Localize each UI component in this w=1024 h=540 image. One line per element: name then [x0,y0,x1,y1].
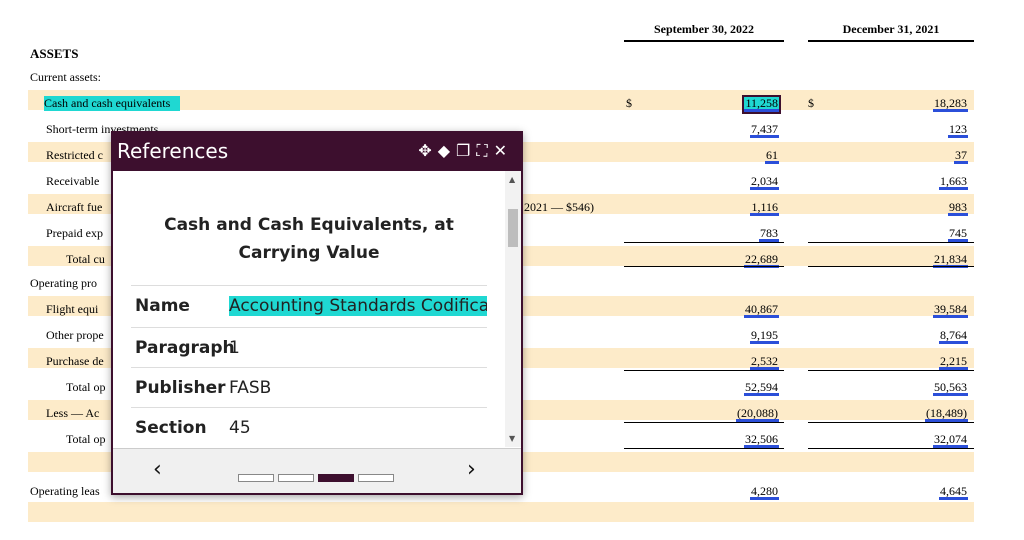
value-2021[interactable]: (18,489) [925,406,968,422]
reference-title: Cash and Cash Equivalents, at Carrying V… [164,215,454,263]
value-2021[interactable]: 123 [948,122,968,138]
popup-title: References [117,139,229,163]
value-2021[interactable]: 50,563 [933,380,968,396]
field-publisher: Publisher FASB [131,367,487,408]
operating-property-heading: Operating pro [30,276,97,290]
page-dot[interactable] [358,474,394,482]
expand-icon[interactable]: ⛶ [476,141,493,160]
move-icon[interactable]: ✥ [418,141,437,160]
row-label: Purchase de [46,354,104,368]
value-2022[interactable]: 2,532 [750,354,779,370]
field-value: Accounting Standards Codification [229,296,487,316]
value-2021[interactable]: 37 [954,148,968,164]
total-rule [808,448,974,449]
field-paragraph: Paragraph 1 [131,327,487,368]
row-label: Restricted c [46,148,103,162]
row-note: 2021 — $546) [524,200,594,214]
current-assets-heading: Current assets: [30,70,101,84]
field-key: Name [135,296,190,316]
value-2022[interactable]: 9,195 [750,328,779,344]
value-2022[interactable]: 11,258 [742,95,781,114]
scroll-down-icon[interactable]: ▼ [509,434,515,443]
prev-button[interactable]: ‹ [153,457,162,482]
popup-scrollbar[interactable]: ▲ ▼ [505,171,521,447]
total-rule [624,266,784,267]
value-2022[interactable]: 32,506 [744,432,779,448]
value-2021[interactable]: 18,283 [933,96,968,112]
value-2022[interactable]: 4,280 [750,484,779,500]
row-label: Less — Ac [46,406,100,420]
scroll-up-icon[interactable]: ▲ [509,175,515,184]
row-label: Flight equi [46,302,99,316]
row-label: Receivable [46,174,100,188]
currency-symbol: $ [808,96,814,110]
subtotal-rule [808,370,974,371]
field-key: Paragraph [135,338,235,358]
page-dot[interactable] [238,474,274,482]
row-label: Other prope [46,328,104,342]
next-button[interactable]: › [467,457,476,482]
value-2021[interactable]: 32,074 [933,432,968,448]
row-label: Cash and cash equivalents [44,96,181,111]
field-name: Name Accounting Standards Codification [131,285,487,326]
total-rule [624,448,784,449]
page-dot-active[interactable] [318,474,354,482]
field-key: Publisher [135,378,226,398]
value-2021[interactable]: 8,764 [939,328,968,344]
row-label: Aircraft fue [46,200,103,214]
popup-body: Cash and Cash Equivalents, at Carrying V… [113,171,505,447]
field-value: 45 [229,418,251,438]
currency-symbol: $ [626,96,632,110]
assets-heading: ASSETS [30,46,79,61]
field-value: FASB [229,378,272,398]
value-2022[interactable]: 61 [765,148,779,164]
diamond-icon[interactable]: ◆ [438,141,456,160]
field-section: Section 45 [131,407,487,447]
subtotal-rule [624,242,784,243]
popup-toolbar: ✥◆❐⛶✕ [418,141,513,161]
value-2022[interactable]: 52,594 [744,380,779,396]
row-label: Operating leas [30,484,100,498]
field-value: 1 [229,338,240,358]
value-2021[interactable]: 2,215 [939,354,968,370]
subtotal-rule [624,422,784,423]
row-label: Total op [66,380,106,394]
popup-header[interactable]: References ✥◆❐⛶✕ [113,133,521,171]
value-2022[interactable]: 2,034 [750,174,779,190]
field-key: Section [135,418,207,438]
value-2022[interactable]: (20,088) [736,406,779,422]
value-2022[interactable]: 783 [759,226,779,242]
page-indicator [238,467,398,486]
column-header-dec-2021: December 31, 2021 [808,22,974,42]
popup-footer: ‹ › [113,448,521,493]
copy-icon[interactable]: ❐ [456,141,476,160]
row-label: Prepaid exp [46,226,103,240]
value-2022[interactable]: 40,867 [744,302,779,318]
subtotal-rule [624,370,784,371]
row-label: Total op [66,432,106,446]
value-2022[interactable]: 7,437 [750,122,779,138]
scroll-thumb[interactable] [508,209,518,247]
row-band [28,502,974,522]
value-2021[interactable]: 1,663 [939,174,968,190]
value-2021[interactable]: 4,645 [939,484,968,500]
page-dot[interactable] [278,474,314,482]
close-icon[interactable]: ✕ [494,141,513,160]
value-2021[interactable]: 745 [948,226,968,242]
value-2022[interactable]: 1,116 [750,200,779,216]
value-2021[interactable]: 983 [948,200,968,216]
subtotal-rule [808,422,974,423]
references-popup[interactable]: References ✥◆❐⛶✕ Cash and Cash Equivalen… [111,131,523,495]
value-2021[interactable]: 39,584 [933,302,968,318]
row-label: Total cu [66,252,105,266]
subtotal-rule [808,242,974,243]
total-rule [808,266,974,267]
table-row[interactable]: Cash and cash equivalents $ 11,258 $ 18,… [0,90,1024,116]
column-header-sep-2022: September 30, 2022 [624,22,784,42]
